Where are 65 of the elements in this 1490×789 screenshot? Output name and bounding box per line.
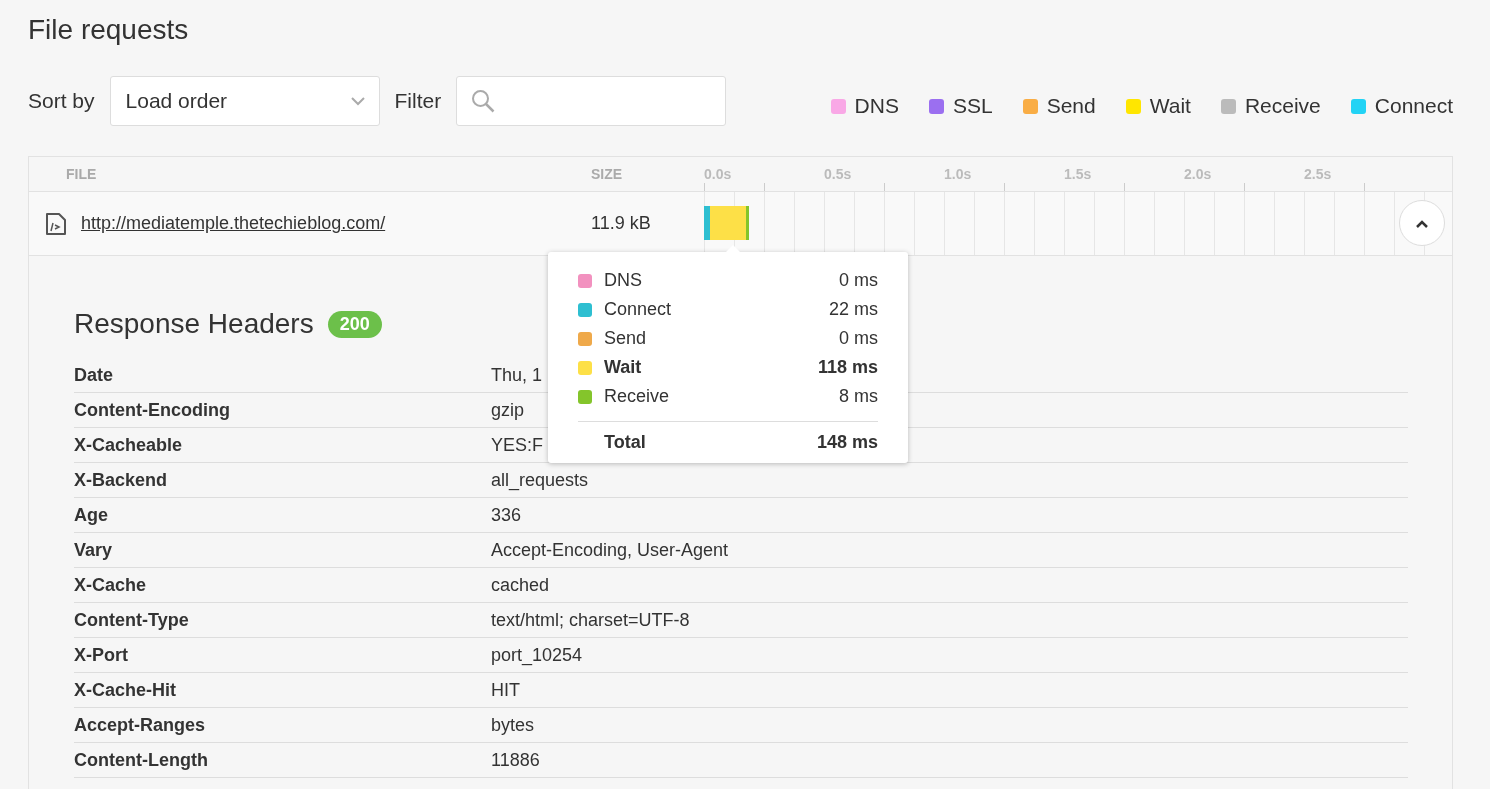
timing-value: 0 ms (839, 328, 878, 349)
header-name: X-Backend (74, 469, 169, 491)
search-icon (471, 89, 496, 113)
header-value: 336 (491, 504, 522, 526)
timeline-tick-label: 2.0s (1184, 166, 1212, 182)
header-value: YES:F (491, 434, 543, 456)
header-value: port_10254 (491, 644, 583, 666)
header-value: cached (491, 574, 550, 596)
legend-label: SSL (952, 94, 993, 118)
timeline-tick-label: 0.5s (824, 166, 852, 182)
section-title: Response Headers (74, 308, 314, 340)
page-title: File requests (28, 14, 190, 46)
legend-label: Receive (1244, 94, 1321, 118)
chevron-down-icon (350, 96, 365, 106)
timing-value: 0 ms (839, 270, 878, 291)
timeline-tick-label: 0.0s (704, 166, 732, 182)
timing-label: Connect (604, 299, 673, 320)
header-name: Content-Length (74, 749, 209, 771)
collapse-button[interactable] (1399, 200, 1445, 246)
header-value: text/html; charset=UTF-8 (491, 609, 690, 631)
legend-label: Wait (1149, 94, 1191, 118)
header-name: X-Port (74, 644, 129, 666)
file-link[interactable]: http://mediatemple.thetechieblog.com/ (81, 213, 386, 234)
total-value: 148 ms (816, 432, 878, 453)
sort-label: Sort by (28, 89, 95, 113)
header-name: Content-Type (74, 609, 190, 631)
header-value: all_requests (491, 469, 589, 491)
header-value: gzip (491, 399, 525, 421)
column-header: FILE (65, 166, 98, 182)
header-name: Date (74, 364, 114, 386)
timing-label: Receive (604, 386, 671, 407)
header-name: Accept-Ranges (74, 714, 207, 736)
timing-value: 8 ms (839, 386, 878, 407)
sort-dropdown[interactable]: Load order (109, 76, 380, 126)
header-name: X-Cache (74, 574, 148, 596)
timing-value: 118 ms (817, 357, 878, 378)
timeline-tick-label: 1.0s (944, 166, 972, 182)
header-value: Thu, 1 (491, 364, 543, 386)
header-value: 11886 (491, 749, 540, 771)
header-value: Accept-Encoding, User-Agent (491, 539, 729, 561)
header-name: Age (74, 504, 109, 526)
waterfall-bar-drawing (704, 206, 749, 240)
status-badge: 200 (327, 310, 382, 338)
timing-label: DNS (604, 270, 643, 291)
timing-label: Send (604, 328, 648, 349)
total-label: Total (604, 432, 647, 453)
column-header: SIZE (591, 166, 624, 182)
legend-label: Send (1046, 94, 1096, 118)
timing-value: 22 ms (828, 299, 878, 320)
header-value: HIT (491, 679, 520, 701)
file-size: 11.9 kB (591, 213, 652, 234)
timing-label: Wait (604, 357, 643, 378)
timeline-tick-label: 2.5s (1304, 166, 1332, 182)
header-name: X-Cache-Hit (74, 679, 177, 701)
code-file-icon (45, 211, 67, 236)
legend-label: Connect (1374, 94, 1453, 118)
header-name: Vary (74, 539, 114, 561)
header-value: bytes (491, 714, 535, 736)
filter-field[interactable] (456, 76, 727, 126)
filter-label: Filter (394, 89, 442, 113)
header-name: X-Cacheable (74, 434, 184, 456)
timeline-tick-label: 1.5s (1064, 166, 1092, 182)
header-name: Content-Encoding (74, 399, 231, 421)
legend-label: DNS (854, 94, 899, 118)
chevron-up-icon (1415, 218, 1429, 228)
